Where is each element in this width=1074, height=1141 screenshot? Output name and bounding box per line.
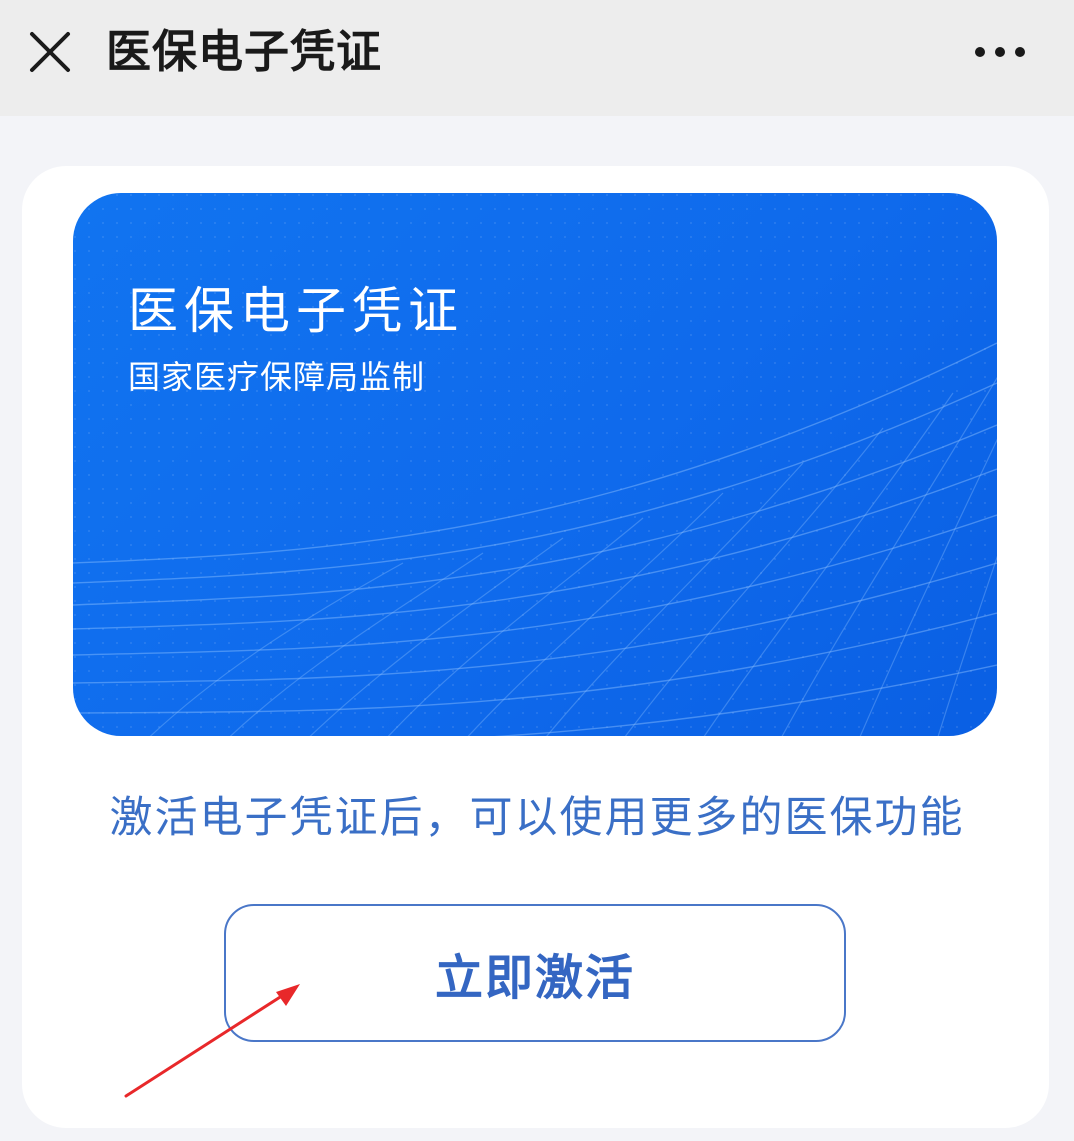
more-button[interactable] <box>966 30 1036 74</box>
page-title: 医保电子凭证 <box>106 25 383 78</box>
activate-button-label: 立即激活 <box>434 950 635 1006</box>
card-title: 医保电子凭证 <box>128 282 464 340</box>
more-dots-icon <box>975 47 1025 57</box>
card-subtitle: 国家医疗保障局监制 <box>128 358 426 396</box>
close-button[interactable] <box>22 22 78 78</box>
close-icon <box>30 32 70 72</box>
activation-hint: 激活电子凭证后，可以使用更多的医保功能 <box>109 793 965 843</box>
wave-mesh-pattern <box>73 193 997 736</box>
medical-insurance-card: 医保电子凭证 国家医疗保障局监制 <box>73 193 997 736</box>
activate-button[interactable]: 立即激活 <box>224 904 846 1042</box>
nav-bar: 医保电子凭证 <box>0 0 1074 116</box>
